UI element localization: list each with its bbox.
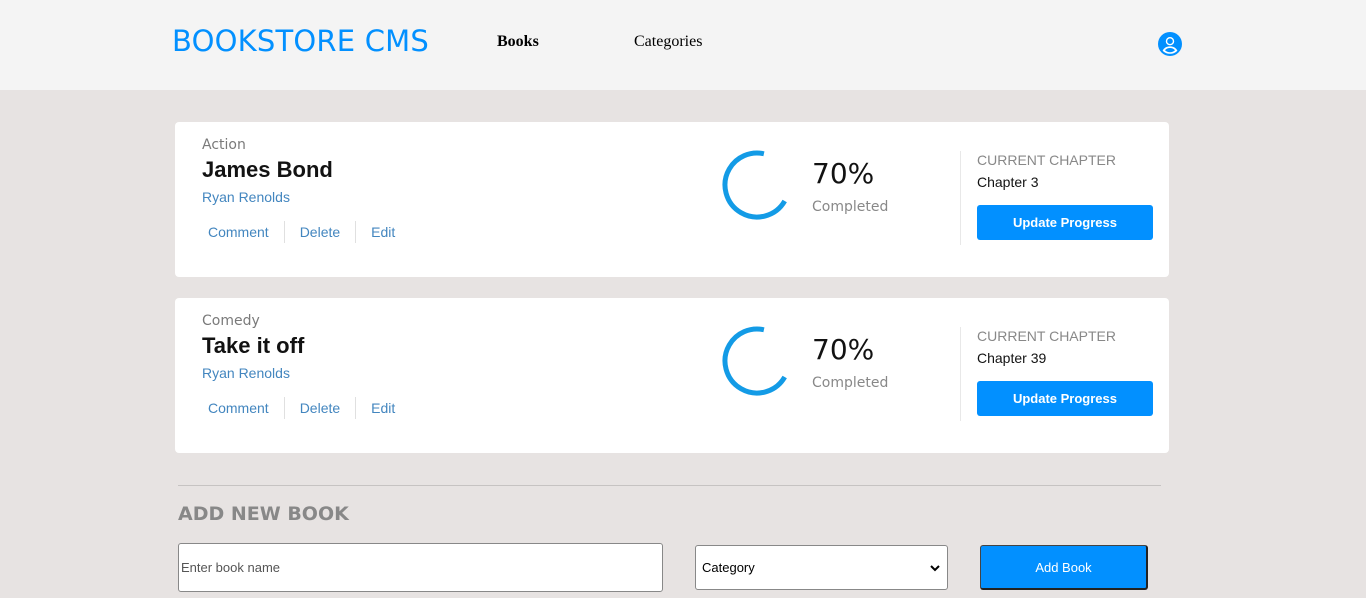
progress-ring xyxy=(722,150,792,220)
book-card: Action James Bond Ryan Renolds Comment D… xyxy=(175,122,1169,277)
edit-button[interactable]: Edit xyxy=(355,221,410,243)
category-select[interactable]: Category xyxy=(695,545,948,590)
current-chapter-label: CURRENT CHAPTER xyxy=(977,152,1116,168)
nav-categories-link[interactable]: Categories xyxy=(634,33,702,51)
comment-button[interactable]: Comment xyxy=(202,221,284,243)
book-author[interactable]: Ryan Renolds xyxy=(202,365,290,381)
book-author[interactable]: Ryan Renolds xyxy=(202,189,290,205)
book-title: Take it off xyxy=(202,333,305,358)
edit-button[interactable]: Edit xyxy=(355,397,410,419)
comment-button[interactable]: Comment xyxy=(202,397,284,419)
book-title: James Bond xyxy=(202,157,333,182)
progress-percent: 70% xyxy=(812,333,875,366)
chevron-down-icon xyxy=(930,564,940,571)
delete-button[interactable]: Delete xyxy=(283,397,355,419)
book-name-input[interactable] xyxy=(178,543,663,592)
progress-ring xyxy=(722,326,792,396)
update-progress-button[interactable]: Update Progress xyxy=(977,381,1153,416)
book-actions: Comment Delete Edit xyxy=(202,221,410,243)
book-genre: Action xyxy=(202,137,246,153)
add-book-button[interactable]: Add Book xyxy=(980,545,1148,590)
add-book-title: ADD NEW BOOK xyxy=(178,503,349,525)
nav-books-link[interactable]: Books xyxy=(497,33,539,51)
book-actions: Comment Delete Edit xyxy=(202,397,410,419)
vertical-divider xyxy=(960,151,961,245)
user-circle-icon[interactable] xyxy=(1158,32,1182,56)
vertical-divider xyxy=(960,327,961,421)
header: BOOKSTORE CMS Books Categories xyxy=(0,0,1366,90)
book-card: Comedy Take it off Ryan Renolds Comment … xyxy=(175,298,1169,453)
current-chapter-value: Chapter 3 xyxy=(977,174,1039,190)
progress-completed-label: Completed xyxy=(812,375,889,391)
logo: BOOKSTORE CMS xyxy=(172,24,429,58)
form-divider xyxy=(178,485,1161,486)
current-chapter-value: Chapter 39 xyxy=(977,350,1047,366)
category-select-value: Category xyxy=(702,560,755,575)
current-chapter-label: CURRENT CHAPTER xyxy=(977,328,1116,344)
progress-completed-label: Completed xyxy=(812,199,889,215)
book-genre: Comedy xyxy=(202,313,260,329)
update-progress-button[interactable]: Update Progress xyxy=(977,205,1153,240)
progress-percent: 70% xyxy=(812,157,875,190)
delete-button[interactable]: Delete xyxy=(283,221,355,243)
